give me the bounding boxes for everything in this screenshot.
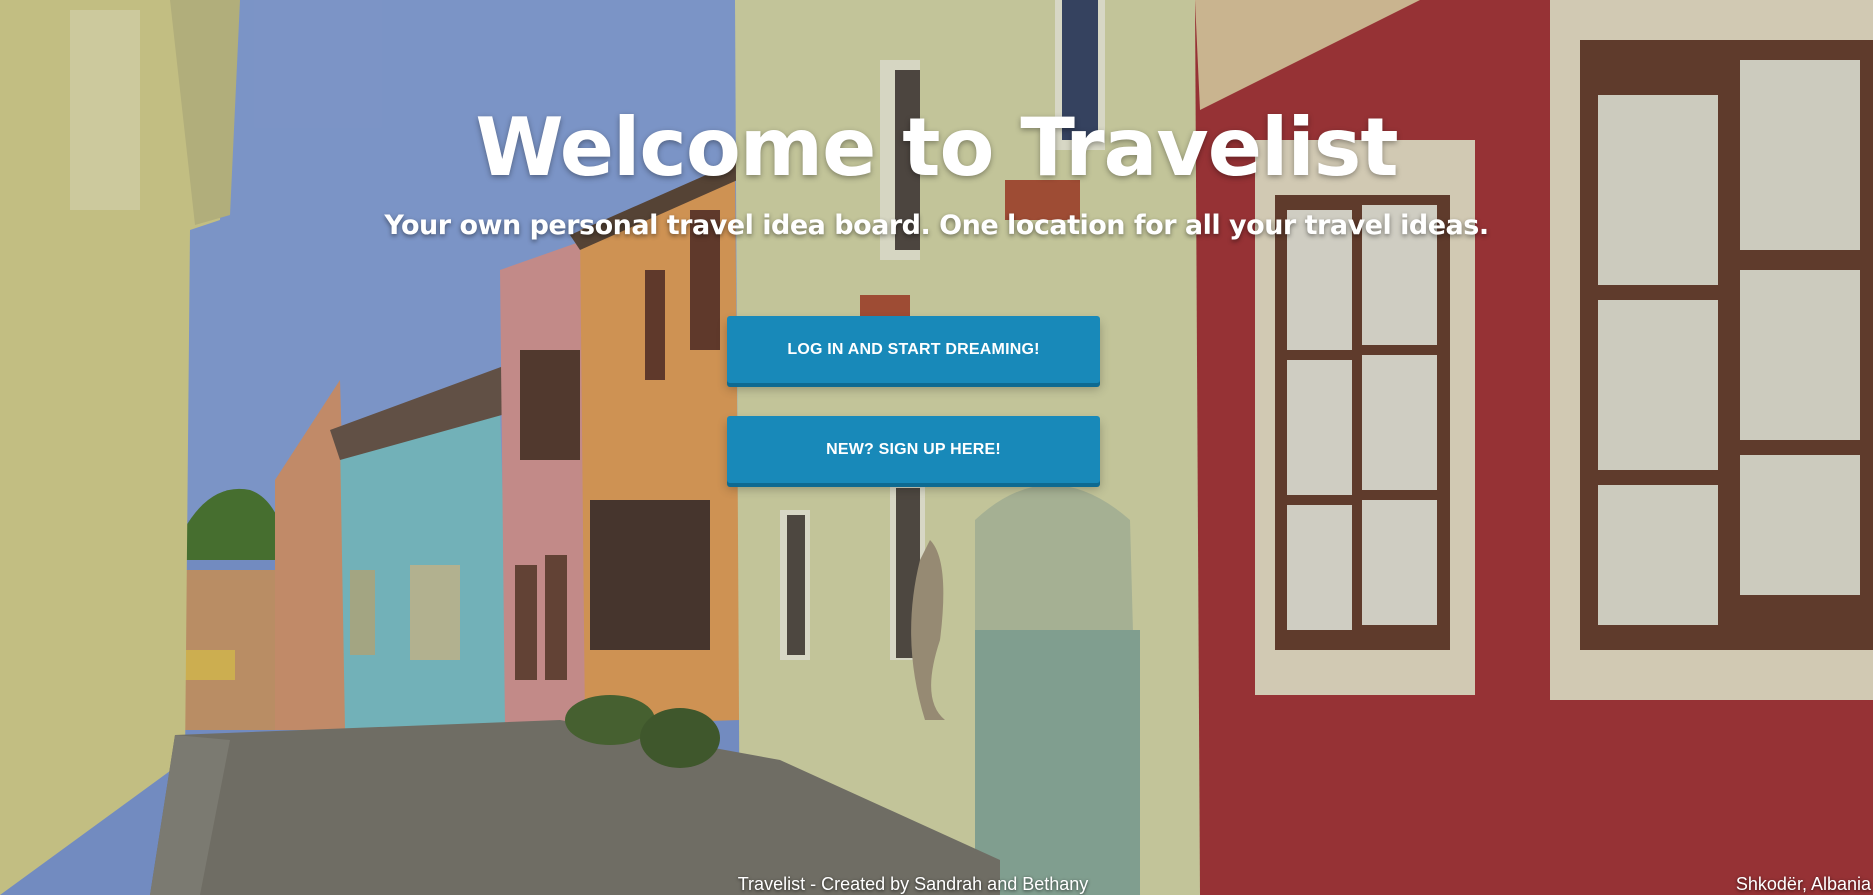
page-title: Welcome to Travelist [475, 101, 1398, 194]
photo-location-caption: Shkodër, Albania [1735, 874, 1871, 894]
footer-credit: Travelist - Created by Sandrah and Betha… [737, 874, 1089, 894]
login-button[interactable]: LOG IN AND START DREAMING! [727, 316, 1100, 383]
page-subtitle: Your own personal travel idea board. One… [384, 210, 1489, 241]
signup-button[interactable]: NEW? SIGN UP HERE! [727, 416, 1100, 483]
landing-page: Welcome to Travelist Your own personal t… [0, 0, 1873, 895]
hero-section: Welcome to Travelist Your own personal t… [0, 98, 1873, 246]
